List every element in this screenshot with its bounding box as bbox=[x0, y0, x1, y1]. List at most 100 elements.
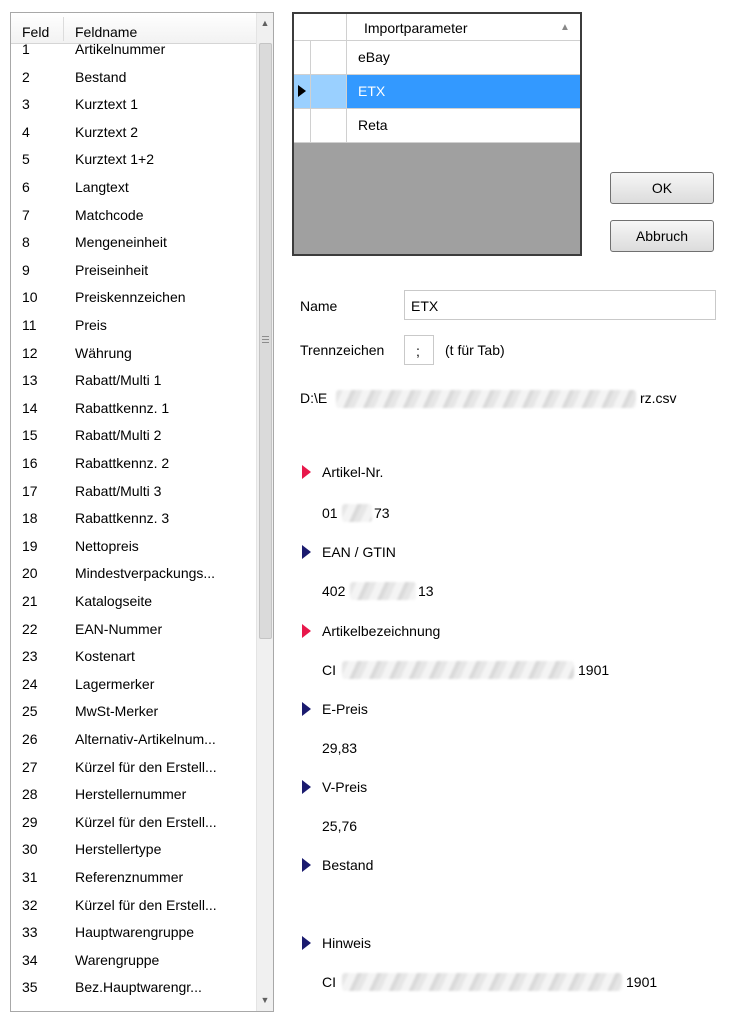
field-list-row[interactable]: 21 Katalogseite bbox=[11, 593, 257, 620]
preview-value-hinweis-a: CI bbox=[322, 974, 336, 990]
triangle-marker-icon bbox=[302, 624, 311, 638]
name-label: Name bbox=[300, 298, 338, 314]
field-number: 24 bbox=[22, 675, 38, 692]
redacted-area bbox=[342, 973, 622, 991]
field-list-row[interactable]: 18 Rabattkennz. 3 bbox=[11, 510, 257, 537]
field-name: Kurztext 1 bbox=[75, 96, 139, 113]
field-list-row[interactable]: 3 Kurztext 1 bbox=[11, 96, 257, 123]
field-list-row[interactable]: 4 Kurztext 2 bbox=[11, 124, 257, 151]
field-list-row[interactable]: 24 Lagermerker bbox=[11, 676, 257, 703]
field-list-row[interactable]: 16 Rabattkennz. 2 bbox=[11, 455, 257, 482]
field-list-row[interactable]: 23 Kostenart bbox=[11, 648, 257, 675]
scrollbar-thumb[interactable] bbox=[259, 43, 272, 639]
field-list-row[interactable]: 25 MwSt-Merker bbox=[11, 703, 257, 730]
row-selector[interactable] bbox=[294, 41, 311, 74]
field-list-row[interactable]: 6 Langtext bbox=[11, 179, 257, 206]
field-number: 1 bbox=[22, 41, 30, 57]
field-number: 9 bbox=[22, 261, 30, 278]
grid-row-ebay[interactable]: eBay bbox=[294, 41, 580, 75]
separator-label: Trennzeichen bbox=[300, 342, 385, 358]
triangle-marker-icon bbox=[302, 465, 311, 479]
field-list-row[interactable]: 27 Kürzel für den Erstell... bbox=[11, 759, 257, 786]
grid-corner bbox=[294, 14, 347, 40]
preview-value-ean-b: 13 bbox=[418, 583, 434, 599]
field-list-row[interactable]: 10 Preiskennzeichen bbox=[11, 289, 257, 316]
grid-cell: Reta bbox=[358, 117, 388, 133]
preview-value-artikel-b: 73 bbox=[374, 505, 390, 521]
separator-field-value: ; bbox=[416, 343, 420, 359]
grid-row-etx[interactable]: ETX bbox=[294, 75, 580, 109]
triangle-marker-icon bbox=[302, 936, 311, 950]
field-list-row[interactable]: 11 Preis bbox=[11, 317, 257, 344]
field-number: 13 bbox=[22, 372, 38, 389]
field-list-row[interactable]: 2 Bestand bbox=[11, 69, 257, 96]
field-list-row[interactable]: 26 Alternativ-Artikelnum... bbox=[11, 731, 257, 758]
field-list-row[interactable]: 12 Währung bbox=[11, 345, 257, 372]
field-name: Mindestverpackungs... bbox=[75, 565, 216, 582]
column-header-feldname[interactable]: Feldname bbox=[75, 24, 137, 40]
field-name: Kurztext 2 bbox=[75, 123, 139, 140]
field-number: 32 bbox=[22, 896, 38, 913]
field-list-row[interactable]: 28 Herstellernummer bbox=[11, 786, 257, 813]
column-header-importparameter[interactable]: Importparameter bbox=[364, 20, 467, 36]
preview-value-bezeichnung-a: CI bbox=[322, 662, 336, 678]
row-selector[interactable] bbox=[294, 75, 311, 108]
field-name: Mengeneinheit bbox=[75, 234, 167, 251]
field-list-row[interactable]: 14 Rabattkennz. 1 bbox=[11, 400, 257, 427]
scroll-up-icon[interactable]: ▲ bbox=[257, 15, 273, 31]
field-list-row[interactable]: 34 Warengruppe bbox=[11, 952, 257, 979]
field-list-row[interactable]: 32 Kürzel für den Erstell... bbox=[11, 897, 257, 924]
preview-label-ean: EAN / GTIN bbox=[322, 544, 396, 560]
separator-field[interactable]: ; bbox=[404, 335, 434, 365]
field-name: Kürzel für den Erstell... bbox=[75, 896, 217, 913]
field-list-row[interactable]: 1 Artikelnummer bbox=[11, 41, 257, 68]
field-list-row[interactable]: 9 Preiseinheit bbox=[11, 262, 257, 289]
field-list-row[interactable]: 33 Hauptwarengruppe bbox=[11, 924, 257, 951]
ok-button[interactable]: OK bbox=[610, 172, 714, 204]
row-selector[interactable] bbox=[294, 109, 311, 142]
row-selector-cell[interactable] bbox=[311, 109, 347, 142]
scroll-down-icon[interactable]: ▼ bbox=[257, 992, 273, 1008]
field-number: 29 bbox=[22, 813, 38, 830]
preview-label-epreis: E-Preis bbox=[322, 701, 368, 717]
field-name: Kürzel für den Erstell... bbox=[75, 758, 217, 775]
file-path-end: rz.csv bbox=[640, 390, 677, 406]
field-list-row[interactable]: 35 Bez.Hauptwarengr... bbox=[11, 979, 257, 1006]
field-list-row[interactable]: 31 Referenznummer bbox=[11, 869, 257, 896]
column-header-feld[interactable]: Feld bbox=[22, 24, 49, 40]
field-number: 14 bbox=[22, 399, 38, 416]
field-name: MwSt-Merker bbox=[75, 703, 159, 720]
field-number: 5 bbox=[22, 151, 30, 168]
field-list-row[interactable]: 30 Herstellertype bbox=[11, 841, 257, 868]
field-list-row[interactable]: 7 Matchcode bbox=[11, 207, 257, 234]
field-list-scrollbar[interactable]: ▲ ▼ bbox=[256, 13, 273, 1011]
field-list-row[interactable]: 29 Kürzel für den Erstell... bbox=[11, 814, 257, 841]
grip-line bbox=[262, 342, 269, 343]
cancel-button[interactable]: Abbruch bbox=[610, 220, 714, 252]
field-name: Referenznummer bbox=[75, 869, 184, 885]
field-list-row[interactable]: 19 Nettopreis bbox=[11, 538, 257, 565]
field-name: EAN-Nummer bbox=[75, 620, 163, 637]
name-field[interactable]: ETX bbox=[404, 290, 716, 320]
triangle-marker-icon bbox=[302, 702, 311, 716]
preview-value-hinweis-b: 1901 bbox=[626, 974, 658, 990]
field-list-row[interactable]: 22 EAN-Nummer bbox=[11, 621, 257, 648]
grid-row-reta[interactable]: Reta bbox=[294, 109, 580, 143]
field-number: 15 bbox=[22, 427, 38, 444]
field-list-row[interactable]: 17 Rabatt/Multi 3 bbox=[11, 483, 257, 510]
field-list-row[interactable]: 8 Mengeneinheit bbox=[11, 234, 257, 261]
import-parameter-grid[interactable]: Importparameter ▲ eBay ETX Reta bbox=[292, 12, 582, 256]
field-number: 7 bbox=[22, 206, 30, 223]
field-list-row[interactable]: 13 Rabatt/Multi 1 bbox=[11, 372, 257, 399]
row-selector-cell[interactable] bbox=[311, 75, 347, 108]
field-name: Herstellertype bbox=[75, 841, 162, 858]
field-number: 11 bbox=[22, 317, 37, 333]
field-list[interactable]: Feld Feldname 1 Artikelnummer 2 Bestand 3 Kur… bbox=[10, 12, 274, 1012]
field-list-row[interactable]: 5 Kurztext 1+2 bbox=[11, 151, 257, 178]
row-selector-cell[interactable] bbox=[311, 41, 347, 74]
field-list-row[interactable]: 20 Mindestverpackungs... bbox=[11, 565, 257, 592]
field-list-header: Feld Feldname bbox=[11, 13, 257, 44]
field-number: 35 bbox=[22, 979, 38, 996]
field-number: 12 bbox=[22, 344, 38, 361]
field-list-row[interactable]: 15 Rabatt/Multi 2 bbox=[11, 427, 257, 454]
